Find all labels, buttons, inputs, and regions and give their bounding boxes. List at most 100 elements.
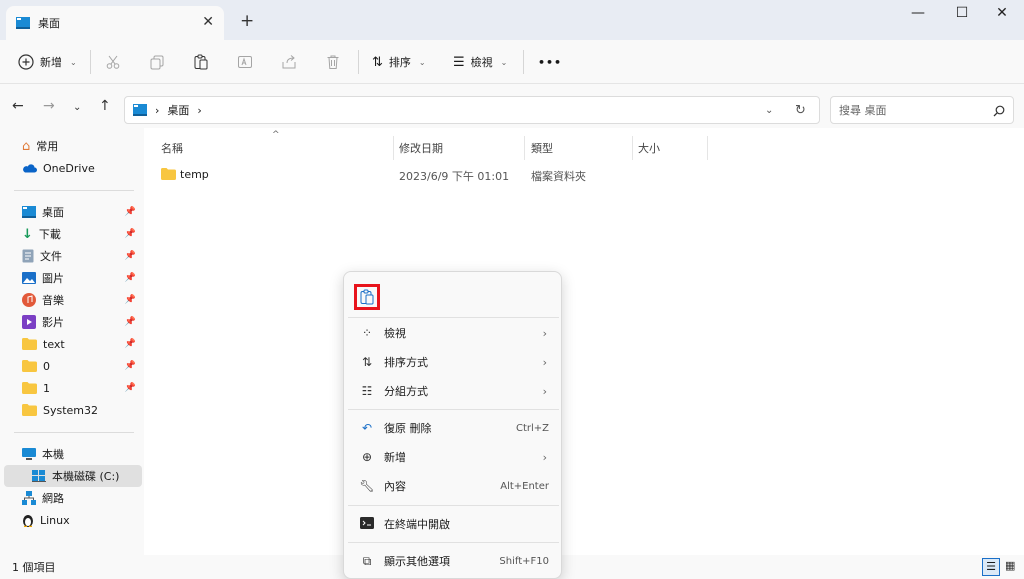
breadcrumb-separator-icon: › [197,103,202,117]
menu-item-view[interactable]: ⁘ 檢視 › [348,319,559,347]
penguin-icon [23,515,33,527]
desktop-icon [22,206,36,218]
menu-item-shortcut: Ctrl+Z [515,422,549,434]
more-options-button[interactable]: ••• [538,50,562,74]
sidebar-item-linux[interactable]: Linux [4,509,142,531]
sidebar-item-documents[interactable]: 文件 📌 [4,245,142,267]
pin-icon[interactable]: 📌 [125,339,136,349]
maximize-button[interactable]: ☐ [940,0,984,26]
column-divider[interactable] [393,136,394,160]
recent-chevron-icon[interactable]: ⌄ [73,102,81,113]
sidebar-item-music[interactable]: 音樂 📌 [4,289,142,311]
sidebar-item-onedrive[interactable]: OneDrive [4,157,142,179]
menu-item-new[interactable]: ⊕ 新增 › [348,443,559,471]
sidebar-item-desktop[interactable]: 桌面 📌 [4,201,142,223]
pin-icon[interactable]: 📌 [125,295,136,305]
copy-icon [150,55,164,70]
column-header-name[interactable]: 名稱 [161,140,183,156]
minimize-button[interactable]: — [896,0,940,26]
sidebar-item-home[interactable]: ⌂ 常用 [4,135,142,157]
sort-icon: ⇅ [361,355,373,369]
sort-button[interactable]: ⇅ 排序 ⌄ [372,50,426,74]
sidebar-item-downloads[interactable]: ↓ 下載 📌 [4,223,142,245]
column-divider[interactable] [524,136,525,160]
search-box[interactable]: 搜尋 桌面 [830,96,1014,124]
pin-icon[interactable]: 📌 [125,207,136,217]
sidebar-item-0[interactable]: 0 📌 [4,355,142,377]
tiles-view-icon[interactable]: ▦ [1005,559,1015,572]
column-divider[interactable] [632,136,633,160]
sidebar-item-pictures[interactable]: 圖片 📌 [4,267,142,289]
command-bar: 新增 ⌄ ⇅ 排序 ⌄ ☰ 檢視 ⌄ ••• [0,40,1024,84]
menu-item-label: 顯示其他選項 [384,555,450,568]
menu-item-show-more-options[interactable]: ⧉ 顯示其他選項 Shift+F10 [348,547,559,575]
paste-button[interactable] [193,50,209,74]
tab-close-icon[interactable]: ✕ [202,14,214,30]
menu-item-properties[interactable]: 🔧︎ 內容 Alt+Enter [348,472,559,500]
sidebar-divider [14,432,134,433]
chevron-right-icon: › [542,355,547,369]
menu-item-sort-by[interactable]: ⇅ 排序方式 › [348,348,559,376]
sidebar-item-network[interactable]: 網路 [4,487,142,509]
menu-item-group-by[interactable]: ☷ 分組方式 › [348,377,559,405]
file-name[interactable]: temp [180,168,209,181]
sidebar-item-system32[interactable]: System32 [4,399,142,421]
folder-icon [22,338,37,350]
paste-icon [194,54,208,70]
breadcrumb-desktop[interactable]: 桌面 [167,102,189,118]
new-tab-button[interactable]: + [240,11,254,31]
new-button[interactable]: 新增 ⌄ [18,50,77,74]
sidebar-item-this-pc[interactable]: 本機 [4,443,142,465]
chevron-right-icon: › [542,384,547,398]
rename-icon [238,56,252,68]
menu-item-open-in-terminal[interactable]: 在終端中開啟 [348,510,559,538]
column-header-modified[interactable]: 修改日期 [399,140,443,156]
sidebar-item-label: 下載 [38,228,61,241]
close-button[interactable]: ✕ [980,0,1024,26]
cut-icon [106,55,120,69]
refresh-icon[interactable]: ↻ [795,103,806,118]
grid-view-icon: ⁘ [361,326,373,340]
chevron-down-icon: ⌄ [70,57,77,67]
address-bar[interactable]: › 桌面 › ⌄ ↻ [124,96,820,124]
menu-item-undo-delete[interactable]: ↶ 復原 刪除 Ctrl+Z [348,414,559,442]
address-dropdown-icon[interactable]: ⌄ [765,105,773,116]
sidebar-item-videos[interactable]: 影片 📌 [4,311,142,333]
column-header-type[interactable]: 類型 [531,140,553,156]
pin-icon[interactable]: 📌 [125,273,136,283]
file-modified: 2023/6/9 下午 01:01 [399,170,510,183]
cut-button[interactable] [105,50,121,74]
sidebar-item-label: text [43,337,65,351]
menu-divider [348,317,559,318]
paste-menu-button[interactable] [354,284,380,310]
pin-icon[interactable]: 📌 [125,383,136,393]
forward-arrow-icon[interactable]: → [43,98,55,114]
sort-icon: ⇅ [372,54,383,70]
view-button[interactable]: ☰ 檢視 ⌄ [453,50,507,74]
tab-desktop[interactable]: 桌面 ✕ [6,6,224,40]
copy-button[interactable] [149,50,165,74]
sidebar-item-text[interactable]: text 📌 [4,333,142,355]
menu-divider [348,542,559,543]
search-input[interactable]: 搜尋 桌面 [839,102,887,118]
pin-icon[interactable]: 📌 [125,317,136,327]
back-arrow-icon[interactable]: ← [12,98,24,114]
details-view-icon[interactable]: ☰ [982,558,1000,576]
home-icon: ⌂ [22,138,31,154]
up-arrow-icon[interactable]: ↑ [99,98,111,114]
sidebar-item-local-disk-c[interactable]: 本機磁碟 (C:) [4,465,142,487]
chevron-down-icon: ⌄ [418,57,426,67]
rename-button[interactable] [237,50,253,74]
pin-icon[interactable]: 📌 [125,229,136,239]
sidebar-item-label: System32 [43,403,99,417]
sidebar-item-1[interactable]: 1 📌 [4,377,142,399]
delete-button[interactable] [325,50,341,74]
network-icon [22,491,36,505]
share-button[interactable] [281,50,297,74]
column-header-size[interactable]: 大小 [638,140,660,156]
menu-item-label: 新增 [384,451,406,464]
pin-icon[interactable]: 📌 [125,251,136,261]
pin-icon[interactable]: 📌 [125,361,136,371]
column-divider[interactable] [707,136,708,160]
breadcrumb-separator-icon: › [155,103,160,117]
